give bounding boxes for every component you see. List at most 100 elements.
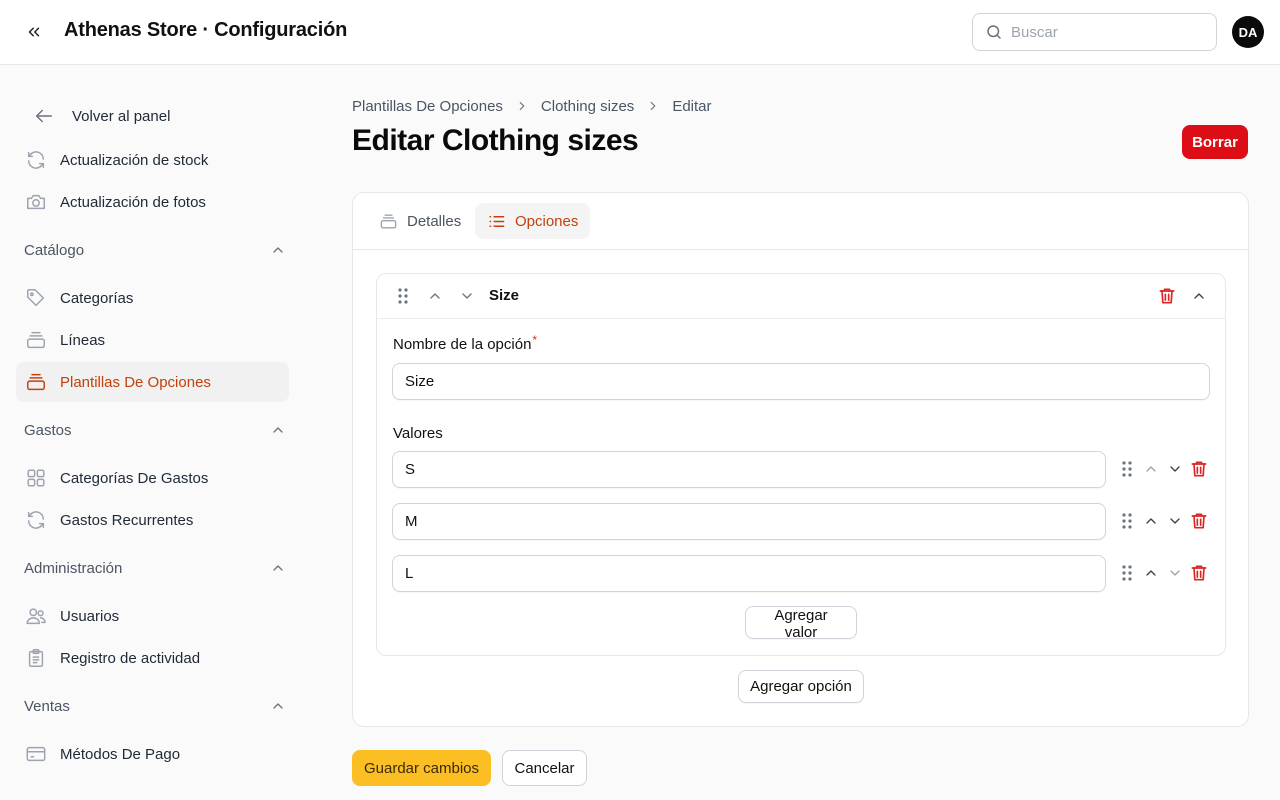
- sidebar-item-expense-categories[interactable]: Categorías De Gastos: [16, 458, 289, 498]
- sidebar: Volver al panel Actualización de stock A…: [0, 65, 305, 800]
- chevron-up-icon: [1194, 293, 1204, 299]
- value-move-up-button[interactable]: [1139, 509, 1163, 533]
- value-delete-button[interactable]: [1187, 509, 1211, 533]
- drag-handle[interactable]: [391, 284, 415, 308]
- sidebar-item-payment-methods[interactable]: Métodos De Pago: [16, 734, 289, 774]
- credit-card-icon: [24, 742, 48, 766]
- sidebar-item-lines[interactable]: Líneas: [16, 320, 289, 360]
- value-move-up-button[interactable]: [1139, 561, 1163, 585]
- sidebar-item-label: Actualización de fotos: [60, 193, 206, 211]
- value-move-down-button[interactable]: [1163, 457, 1187, 481]
- breadcrumb: Plantillas De Opciones Clothing sizes Ed…: [352, 96, 712, 116]
- sidebar-item-label: Gastos Recurrentes: [60, 511, 194, 529]
- sidebar-item-label: Líneas: [60, 331, 106, 349]
- value-drag-handle[interactable]: [1115, 457, 1139, 481]
- sidebar-item-label: Usuarios: [60, 607, 120, 625]
- drag-handle-icon: [1122, 513, 1132, 529]
- search-box[interactable]: [972, 13, 1217, 51]
- sidebar-group-expenses[interactable]: Gastos: [24, 418, 286, 442]
- value-move-up-button[interactable]: [1139, 457, 1163, 481]
- tab-options[interactable]: Opciones: [475, 203, 591, 239]
- cancel-button[interactable]: Cancelar: [502, 750, 587, 786]
- trash-icon: [1159, 288, 1175, 304]
- group-label: Administración: [24, 559, 123, 577]
- save-changes-button[interactable]: Guardar cambios: [352, 750, 491, 786]
- value-input[interactable]: [392, 451, 1106, 488]
- search-input[interactable]: [1011, 23, 1201, 41]
- sidebar-item-label: Plantillas De Opciones: [60, 373, 211, 391]
- chevron-right-icon: [515, 99, 529, 113]
- values-label: Valores: [393, 425, 443, 442]
- grid-icon: [24, 466, 48, 490]
- page-title: Editar Clothing sizes: [352, 124, 639, 157]
- move-up-button[interactable]: [423, 284, 447, 308]
- chevron-right-icon: [646, 99, 660, 113]
- sidebar-item-label: Categorías De Gastos: [60, 469, 209, 487]
- sidebar-item-stock-update[interactable]: Actualización de stock: [16, 140, 289, 180]
- drag-handle-icon: [1122, 565, 1132, 581]
- value-delete-button[interactable]: [1187, 561, 1211, 585]
- add-value-button[interactable]: Agregar valor: [745, 606, 857, 641]
- sidebar-item-label: Registro de actividad: [60, 649, 201, 667]
- tab-label: Opciones: [515, 212, 579, 230]
- refresh-icon: [24, 508, 48, 532]
- drag-handle-icon: [398, 288, 408, 304]
- back-label: Volver al panel: [72, 107, 171, 125]
- required-marker: *: [532, 333, 538, 347]
- camera-icon: [24, 190, 48, 214]
- chevron-down-icon: [1170, 466, 1180, 472]
- value-input[interactable]: [392, 555, 1106, 592]
- chevrons-left-icon: [28, 27, 40, 37]
- chevron-up-icon: [273, 427, 283, 433]
- group-label: Gastos: [24, 421, 72, 439]
- sidebar-item-option-templates[interactable]: Plantillas De Opciones: [16, 362, 289, 402]
- arrow-left-icon: [32, 104, 56, 128]
- option-name-label: Nombre de la opción*: [393, 333, 538, 353]
- group-label: Catálogo: [24, 241, 85, 259]
- value-delete-button[interactable]: [1187, 457, 1211, 481]
- value-drag-handle[interactable]: [1115, 509, 1139, 533]
- app-title: Athenas Store · Configuración: [64, 19, 348, 41]
- breadcrumb-option-templates[interactable]: Plantillas De Opciones: [352, 98, 503, 115]
- tab-details[interactable]: Detalles: [367, 203, 473, 239]
- sidebar-group-catalog[interactable]: Catálogo: [24, 238, 286, 262]
- back-to-panel-link[interactable]: Volver al panel: [16, 96, 289, 136]
- tab-bar: Detalles Opciones: [353, 193, 1248, 250]
- top-bar: Athenas Store · Configuración DA: [0, 0, 1280, 65]
- value-move-down-button[interactable]: [1163, 561, 1187, 585]
- group-label: Ventas: [24, 697, 70, 715]
- stack-icon: [380, 213, 397, 229]
- clipboard-icon: [24, 646, 48, 670]
- sidebar-item-photo-update[interactable]: Actualización de fotos: [16, 182, 289, 222]
- breadcrumb-clothing-sizes[interactable]: Clothing sizes: [541, 98, 634, 115]
- sidebar-item-recurring-expenses[interactable]: Gastos Recurrentes: [16, 500, 289, 540]
- sidebar-item-label: Actualización de stock: [60, 151, 209, 169]
- sidebar-group-sales[interactable]: Ventas: [24, 694, 286, 718]
- chevron-up-icon: [273, 247, 283, 253]
- collapse-option-button[interactable]: [1187, 284, 1211, 308]
- breadcrumb-current: Editar: [672, 97, 712, 115]
- sidebar-item-users[interactable]: Usuarios: [16, 596, 289, 636]
- trash-icon: [1191, 565, 1207, 581]
- user-avatar[interactable]: DA: [1232, 16, 1264, 48]
- add-option-button[interactable]: Agregar opción: [738, 670, 864, 703]
- chevron-up-icon: [1146, 518, 1156, 524]
- sidebar-item-categories[interactable]: Categorías: [16, 278, 289, 318]
- chevron-down-icon: [462, 293, 472, 299]
- sidebar-group-administration[interactable]: Administración: [24, 556, 286, 580]
- delete-option-button[interactable]: [1155, 284, 1179, 308]
- collapse-sidebar-button[interactable]: [20, 20, 48, 44]
- move-down-button[interactable]: [455, 284, 479, 308]
- option-name-input[interactable]: [392, 363, 1210, 400]
- value-input[interactable]: [392, 503, 1106, 540]
- value-move-down-button[interactable]: [1163, 509, 1187, 533]
- list-icon: [489, 215, 505, 227]
- chevron-up-icon: [430, 293, 440, 299]
- refresh-icon: [24, 148, 48, 172]
- sidebar-item-label: Categorías: [60, 289, 134, 307]
- sidebar-item-activity-log[interactable]: Registro de actividad: [16, 638, 289, 678]
- delete-button[interactable]: Borrar: [1182, 125, 1248, 159]
- option-item: Size Nombre de la opción* Valores: [376, 273, 1226, 656]
- option-name-label-text: Nombre de la opción: [393, 336, 532, 353]
- value-drag-handle[interactable]: [1115, 561, 1139, 585]
